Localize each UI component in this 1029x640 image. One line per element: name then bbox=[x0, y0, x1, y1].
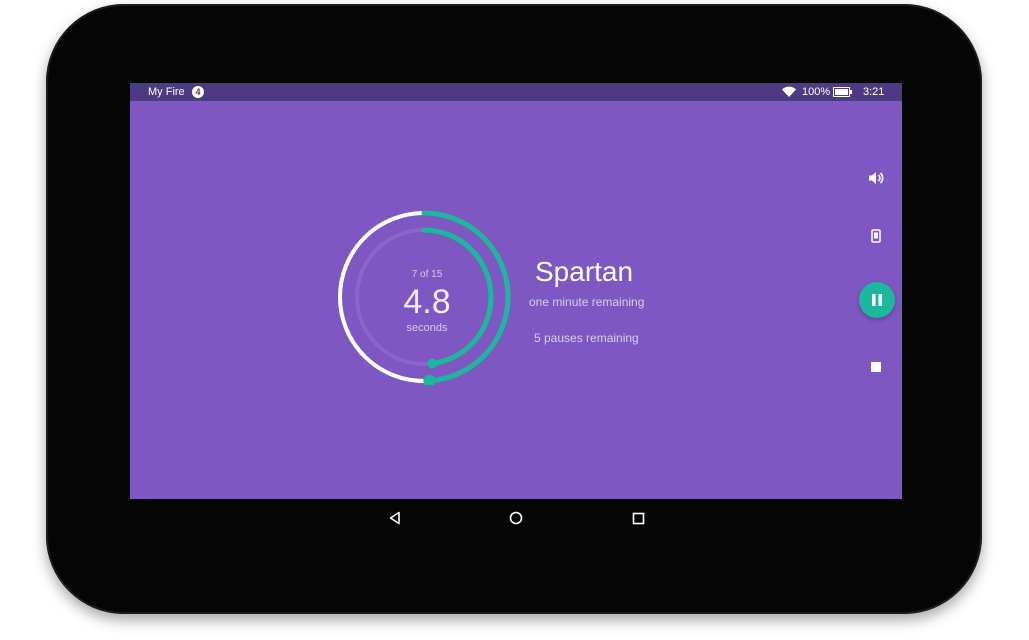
back-button[interactable] bbox=[384, 507, 406, 529]
vibrate-button[interactable] bbox=[867, 226, 885, 246]
home-icon bbox=[509, 511, 523, 525]
home-button[interactable] bbox=[505, 507, 527, 529]
status-bar: My Fire 4 100% 3:21 bbox=[130, 83, 902, 101]
app-screen: My Fire 4 100% 3:21 7 of 15 4.8 seconds … bbox=[130, 83, 902, 499]
vibrate-icon bbox=[871, 229, 881, 243]
exercise-counter: 7 of 15 bbox=[411, 269, 443, 280]
status-bar-title: My Fire bbox=[148, 86, 185, 98]
overall-progress-handle bbox=[423, 374, 436, 385]
timer-display: 7 of 15 4.8 seconds bbox=[388, 269, 466, 334]
battery-icon bbox=[833, 87, 853, 100]
timer-value: 4.8 bbox=[403, 283, 451, 321]
clock: 3:21 bbox=[863, 86, 885, 98]
wifi-icon bbox=[781, 86, 797, 101]
stop-button[interactable] bbox=[868, 359, 884, 375]
time-remaining: one minute remaining bbox=[529, 295, 645, 309]
recents-button[interactable] bbox=[627, 507, 649, 529]
recents-icon bbox=[632, 512, 644, 524]
pause-icon bbox=[872, 294, 882, 306]
workout-name: Spartan bbox=[535, 256, 634, 287]
pauses-remaining: 5 pauses remaining bbox=[534, 331, 639, 345]
back-icon bbox=[389, 511, 400, 525]
navigation-bar bbox=[130, 499, 902, 537]
battery-percent: 100% bbox=[802, 86, 831, 98]
stop-icon bbox=[871, 362, 881, 372]
timer-unit: seconds bbox=[406, 322, 448, 334]
notification-badge: 4 bbox=[192, 86, 204, 98]
volume-icon bbox=[869, 172, 884, 184]
volume-button[interactable] bbox=[864, 166, 888, 190]
exercise-progress-handle bbox=[427, 358, 438, 369]
pause-button[interactable] bbox=[859, 282, 895, 318]
